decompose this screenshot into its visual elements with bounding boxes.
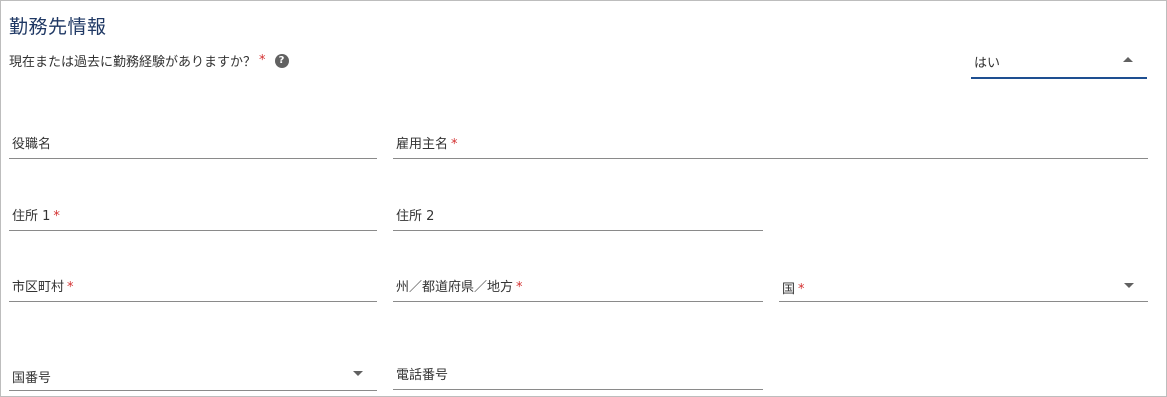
state-label: 州／都道府県／地方: [396, 280, 514, 295]
phone-field[interactable]: 電話番号: [393, 356, 763, 390]
required-mark: *: [67, 280, 74, 295]
required-mark: *: [451, 137, 458, 152]
employer-name-label: 雇用主名: [396, 137, 449, 152]
employment-info-panel: 勤務先情報 現在または過去に勤務経験がありますか？ * ? はい 役職名 雇用主…: [0, 0, 1167, 397]
address1-label: 住所 1: [12, 209, 51, 224]
country-code-select[interactable]: 国番号: [9, 357, 377, 391]
required-mark: *: [53, 209, 60, 224]
work-experience-question: 現在または過去に勤務経験がありますか？ * ?: [9, 51, 289, 70]
chevron-up-icon: [1123, 57, 1133, 62]
country-code-label: 国番号: [12, 371, 52, 386]
employer-name-field[interactable]: 雇用主名 *: [393, 125, 1148, 159]
job-title-label: 役職名: [12, 137, 52, 152]
chevron-down-icon: [353, 371, 363, 376]
city-label: 市区町村: [12, 280, 65, 295]
section-title: 勤務先情報: [9, 16, 107, 38]
work-experience-select-value: はい: [974, 56, 1001, 71]
address1-field[interactable]: 住所 1 *: [9, 197, 377, 231]
required-mark: *: [798, 282, 805, 297]
address2-label: 住所 2: [396, 209, 435, 224]
question-text: 現在または過去に勤務経験がありますか？: [9, 55, 257, 70]
required-mark: *: [259, 53, 266, 68]
help-icon[interactable]: ?: [274, 53, 289, 68]
chevron-down-icon: [1124, 283, 1134, 288]
country-label: 国: [782, 282, 796, 297]
country-select[interactable]: 国 *: [779, 268, 1148, 302]
required-mark: *: [516, 280, 523, 295]
state-field[interactable]: 州／都道府県／地方 *: [393, 268, 763, 302]
work-experience-select[interactable]: はい: [971, 45, 1147, 79]
job-title-field[interactable]: 役職名: [9, 125, 377, 159]
address2-field[interactable]: 住所 2: [393, 197, 763, 231]
city-field[interactable]: 市区町村 *: [9, 268, 377, 302]
phone-label: 電話番号: [396, 368, 449, 383]
